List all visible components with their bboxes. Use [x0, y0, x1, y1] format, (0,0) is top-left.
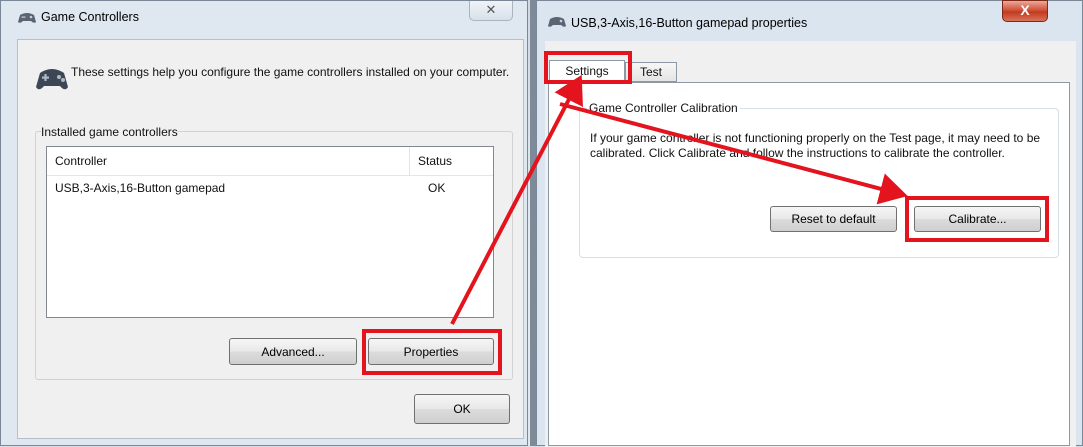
arrow-to-calibrate — [559, 102, 908, 205]
arrow-to-settings — [450, 74, 583, 325]
annotation-arrows — [450, 74, 908, 325]
